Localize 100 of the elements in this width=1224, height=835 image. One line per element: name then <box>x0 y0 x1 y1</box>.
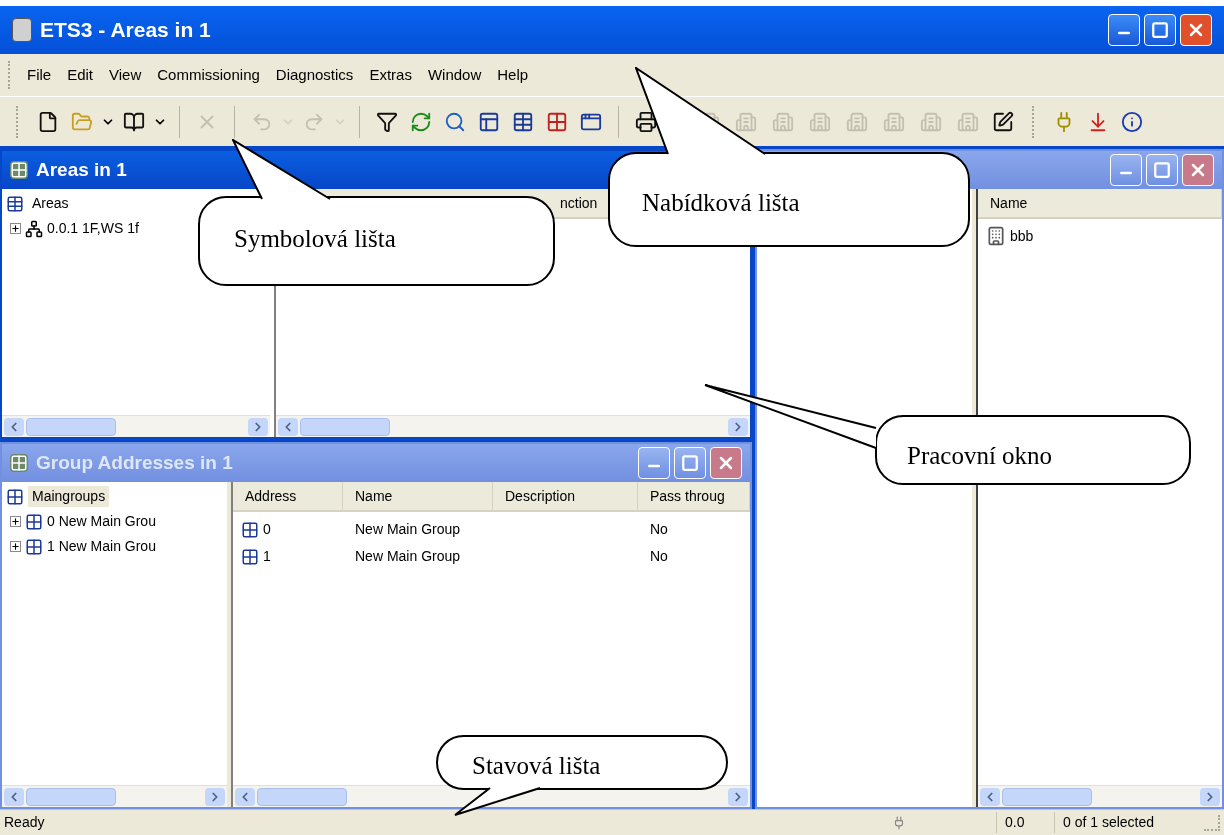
search-icon <box>444 110 466 133</box>
close-button[interactable] <box>1182 154 1214 186</box>
table-icon <box>6 194 24 213</box>
maximize-button[interactable] <box>674 447 706 479</box>
close-button[interactable] <box>1180 14 1212 46</box>
horizontal-scrollbar[interactable] <box>978 785 1222 807</box>
maximize-icon <box>1151 21 1169 39</box>
scroll-thumb[interactable] <box>300 417 390 436</box>
edit-icon <box>992 110 1014 133</box>
scroll-right-button[interactable] <box>728 787 748 806</box>
window-icon <box>10 454 28 472</box>
new-file-icon <box>37 110 59 133</box>
minimize-button[interactable] <box>1108 14 1140 46</box>
status-coordinate: 0.0 <box>996 812 1054 833</box>
menu-item[interactable]: View <box>109 63 142 87</box>
tree-item[interactable]: 1 New Main Grou <box>47 536 156 557</box>
table-cell-text: 0 <box>263 520 271 539</box>
column-header[interactable]: nction <box>558 189 608 217</box>
maximize-button[interactable] <box>1146 154 1178 186</box>
table-cell: No <box>650 521 668 537</box>
grid-icon <box>241 520 259 539</box>
scroll-thumb[interactable] <box>26 417 116 436</box>
printer-icon <box>635 110 657 133</box>
callout-text: Pracovní okno <box>907 442 1053 469</box>
expander[interactable] <box>10 516 21 527</box>
menu-item[interactable]: Commissioning <box>157 63 260 87</box>
scroll-thumb[interactable] <box>26 787 116 806</box>
menu-item[interactable]: File <box>27 63 52 87</box>
minimize-button[interactable] <box>638 447 670 479</box>
scroll-left-button[interactable] <box>235 787 255 806</box>
horizontal-scrollbar[interactable] <box>2 415 270 437</box>
window-title: Group Addresses in 1 <box>36 450 233 475</box>
table-cell: New Main Group <box>355 521 461 537</box>
tree-item[interactable]: Maingroups <box>28 486 110 507</box>
app-logo-icon <box>12 18 32 42</box>
column-header[interactable]: Pass throug <box>638 482 750 510</box>
menu-item[interactable]: Extras <box>369 63 412 87</box>
status-selection: 0 of 1 selected <box>1054 812 1204 833</box>
book-icon <box>123 110 145 133</box>
building-icon <box>845 110 868 133</box>
status-message: Ready <box>3 813 46 832</box>
grid-icon <box>546 110 568 133</box>
building-icon <box>919 110 942 133</box>
tree-item[interactable]: Areas <box>28 193 73 214</box>
table-cell: New Main Group <box>355 548 461 564</box>
column-header[interactable]: Name <box>978 189 1222 217</box>
column-header[interactable]: Name <box>343 482 493 510</box>
scroll-right-button[interactable] <box>205 787 225 806</box>
building-icon <box>956 110 979 133</box>
grid-icon <box>241 547 259 566</box>
building-icon <box>771 110 794 133</box>
grid-icon <box>6 487 24 506</box>
callout-text: Nabídková lišta <box>642 189 800 216</box>
info-icon <box>1121 110 1143 133</box>
scroll-left-button[interactable] <box>4 417 24 436</box>
window-icon <box>10 161 28 179</box>
scroll-right-button[interactable] <box>1200 787 1220 806</box>
callout-text: Stavová lišta <box>472 752 601 779</box>
scroll-thumb[interactable] <box>1002 787 1092 806</box>
expander[interactable] <box>10 541 21 552</box>
menu-item[interactable]: Edit <box>67 63 94 87</box>
grid-icon <box>25 537 43 556</box>
network-icon <box>25 219 43 238</box>
tree-item[interactable]: 0 New Main Grou <box>47 511 156 532</box>
panel-icon <box>478 110 500 133</box>
expander[interactable] <box>10 223 21 234</box>
window-title: Areas in 1 <box>36 157 127 182</box>
filter-icon <box>376 110 398 133</box>
building-icon <box>986 226 1006 246</box>
maximize-button[interactable] <box>1144 14 1176 46</box>
menu-item[interactable]: Diagnostics <box>275 63 354 87</box>
column-header[interactable]: Address <box>233 482 343 510</box>
horizontal-scrollbar[interactable] <box>276 415 750 437</box>
horizontal-scrollbar[interactable] <box>2 785 227 807</box>
column-header[interactable]: Description <box>493 482 638 510</box>
building-icon <box>882 110 905 133</box>
plug-icon <box>892 815 906 830</box>
scroll-right-button[interactable] <box>248 417 268 436</box>
list-item[interactable]: bbb <box>1010 225 1034 247</box>
maximize-icon <box>681 454 699 472</box>
minimize-button[interactable] <box>1110 154 1142 186</box>
plus-icon <box>11 542 20 551</box>
scroll-left-button[interactable] <box>980 787 1000 806</box>
table-cell: No <box>650 548 668 564</box>
app-title: ETS3 - Areas in 1 <box>40 17 211 44</box>
menu-item[interactable]: Window <box>427 63 482 87</box>
resize-grip-icon <box>1204 814 1220 831</box>
building-icon <box>734 110 757 133</box>
scroll-thumb[interactable] <box>257 787 347 806</box>
table-icon <box>512 110 534 133</box>
scroll-left-button[interactable] <box>4 787 24 806</box>
plus-icon <box>11 517 20 526</box>
close-button[interactable] <box>710 447 742 479</box>
scroll-left-button[interactable] <box>278 417 298 436</box>
tree-item[interactable]: 0.0.1 1F,WS 1f <box>47 218 139 239</box>
scroll-right-button[interactable] <box>728 417 748 436</box>
maximize-icon <box>1153 161 1171 179</box>
folder-icon <box>71 110 93 133</box>
refresh-icon <box>410 110 432 133</box>
menu-item[interactable]: Help <box>497 63 529 87</box>
